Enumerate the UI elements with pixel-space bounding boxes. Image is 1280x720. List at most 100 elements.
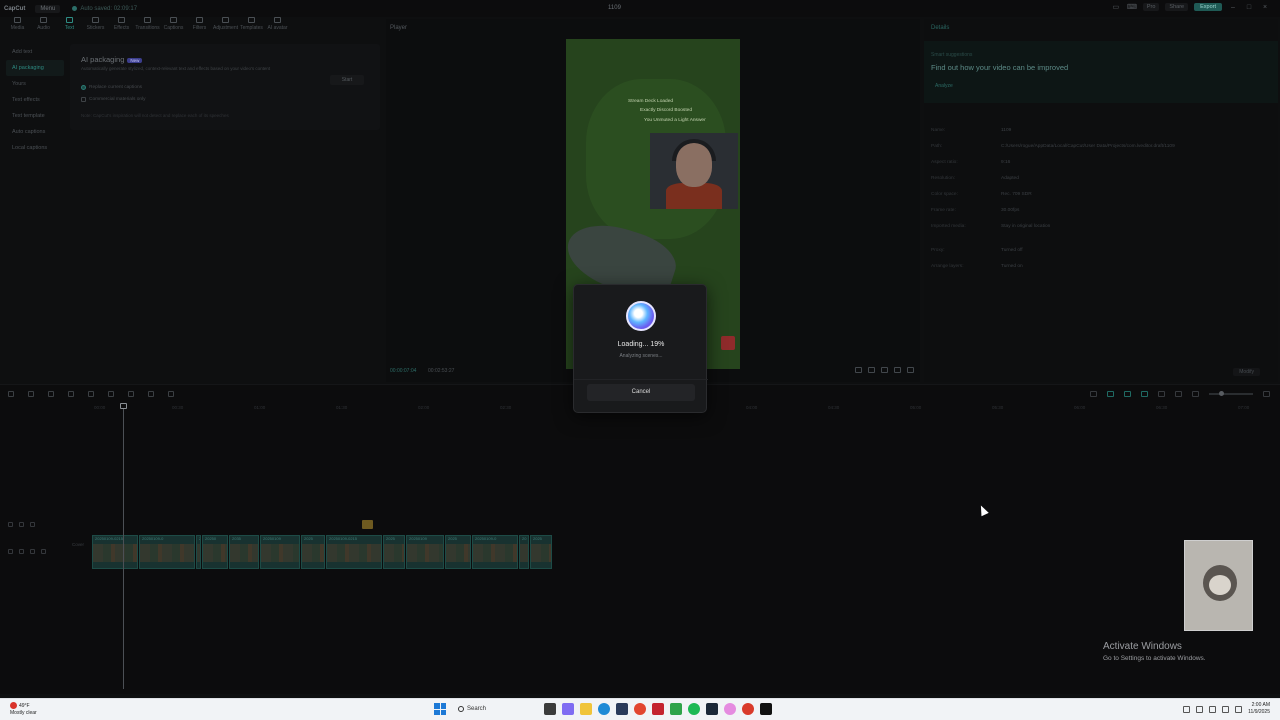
modify-button[interactable]: Modify: [1233, 368, 1260, 376]
cancel-button[interactable]: Cancel: [587, 384, 695, 401]
redo-icon[interactable]: [48, 391, 54, 397]
ratio-icon[interactable]: [855, 367, 862, 373]
sidebar-item-add-text[interactable]: Add text: [6, 44, 64, 60]
sidebar-item-auto-captions[interactable]: Auto captions: [6, 124, 64, 140]
video-clip[interactable]: 20250109: [260, 535, 300, 569]
export-button[interactable]: Export: [1194, 3, 1222, 11]
monitor-icon[interactable]: [894, 367, 901, 373]
audio-toggle-icon[interactable]: [30, 549, 35, 554]
sidebar-item-ai-packaging[interactable]: AI packaging: [6, 60, 64, 76]
wifi-icon[interactable]: [1209, 705, 1217, 713]
video-clip[interactable]: 2025: [445, 535, 471, 569]
option-commercial-only[interactable]: Commercial materials only: [81, 97, 146, 102]
xbox-icon[interactable]: [670, 703, 682, 715]
split-right-icon[interactable]: [108, 391, 114, 397]
cover-button[interactable]: Cover: [70, 542, 86, 547]
timeline-marker[interactable]: [362, 520, 373, 529]
video-clip[interactable]: 2025: [383, 535, 405, 569]
lock-icon[interactable]: [8, 549, 13, 554]
video-clip[interactable]: 2035: [229, 535, 259, 569]
file-explorer-icon[interactable]: [580, 703, 592, 715]
acrobat-icon[interactable]: [652, 703, 664, 715]
project-title[interactable]: 1109: [608, 5, 621, 11]
battery-icon[interactable]: [1235, 705, 1243, 713]
shortcut-icon[interactable]: ⌨: [1127, 3, 1137, 11]
tool-stickers[interactable]: Stickers: [85, 17, 106, 39]
close-icon[interactable]: ×: [1260, 4, 1270, 11]
video-clip[interactable]: 20: [196, 535, 201, 569]
tool-effects[interactable]: Effects: [111, 17, 132, 39]
split-icon[interactable]: [68, 391, 74, 397]
windows-start-icon[interactable]: [434, 703, 446, 715]
sidebar-item-text-effects[interactable]: Text effects: [6, 92, 64, 108]
clock[interactable]: 2:00 AM 11/9/2025: [1248, 702, 1270, 716]
link-icon[interactable]: [1107, 391, 1114, 397]
layout-icon[interactable]: ▭: [1111, 3, 1121, 11]
tool-text[interactable]: Text: [59, 17, 80, 39]
tool-media[interactable]: Media: [7, 17, 28, 39]
sidebar-item-text-template[interactable]: Text template: [6, 108, 64, 124]
share-button[interactable]: Share: [1165, 3, 1189, 11]
volume-icon[interactable]: [1222, 705, 1230, 713]
edge-icon[interactable]: [598, 703, 610, 715]
video-clip[interactable]: 20250109-0215: [326, 535, 382, 569]
snap-icon[interactable]: [1141, 391, 1148, 397]
minimize-icon[interactable]: –: [1228, 4, 1238, 11]
playhead[interactable]: [120, 403, 127, 689]
zoom-out-icon[interactable]: [1192, 391, 1199, 397]
video-clip[interactable]: 2025: [530, 535, 552, 569]
caption-sync-icon[interactable]: [1175, 391, 1182, 397]
zoom-slider[interactable]: [1209, 391, 1253, 396]
floating-thumbnail[interactable]: [1184, 540, 1253, 631]
task-view-icon[interactable]: [544, 703, 556, 715]
store-icon[interactable]: [616, 703, 628, 715]
more-icon[interactable]: [41, 549, 46, 554]
analyze-button[interactable]: Analyze: [935, 83, 953, 89]
video-clip[interactable]: 2025: [301, 535, 325, 569]
video-clip[interactable]: 20250109: [406, 535, 444, 569]
chevron-up-icon[interactable]: [1183, 705, 1191, 713]
audio-toggle-icon[interactable]: [30, 522, 35, 527]
video-clip[interactable]: 20250109-0: [472, 535, 518, 569]
menu-button[interactable]: Menu: [35, 4, 61, 13]
tool-adjustment[interactable]: Adjustment: [213, 17, 238, 39]
playhead-handle[interactable]: [120, 403, 127, 409]
tool-templates[interactable]: Templates: [240, 17, 263, 39]
crop-icon[interactable]: [868, 367, 875, 373]
maximize-icon[interactable]: □: [1244, 4, 1254, 11]
select-icon[interactable]: [8, 391, 14, 397]
weather-widget[interactable]: 49°F Mostly clear: [10, 702, 37, 717]
split-left-icon[interactable]: [88, 391, 94, 397]
eye-icon[interactable]: [19, 549, 24, 554]
spotify-icon[interactable]: [688, 703, 700, 715]
option-replace-captions[interactable]: Replace current captions: [81, 85, 142, 90]
obs-icon[interactable]: [742, 703, 754, 715]
crop-tool-icon[interactable]: [168, 391, 174, 397]
sidebar-item-yours[interactable]: Yours: [6, 76, 64, 92]
fullscreen-icon[interactable]: [907, 367, 914, 373]
sidebar-item-local-captions[interactable]: Local captions: [6, 140, 64, 156]
zoom-handle[interactable]: [1219, 391, 1224, 396]
tool-audio[interactable]: Audio: [33, 17, 54, 39]
tool-filters[interactable]: Filters: [189, 17, 210, 39]
copilot-icon[interactable]: [562, 703, 574, 715]
tool-captions[interactable]: Captions: [163, 17, 184, 39]
delete-icon[interactable]: [128, 391, 134, 397]
zoom-in-icon[interactable]: [1263, 391, 1270, 397]
undo-icon[interactable]: [28, 391, 34, 397]
tray-app-icon[interactable]: [1196, 705, 1204, 713]
magnet-icon[interactable]: [1124, 391, 1131, 397]
taskbar-search[interactable]: Search: [452, 702, 538, 716]
chrome-icon[interactable]: [634, 703, 646, 715]
lock-icon[interactable]: [8, 522, 13, 527]
eye-icon[interactable]: [19, 522, 24, 527]
capcut-taskbar-icon[interactable]: [760, 703, 772, 715]
tool-ai-avatar[interactable]: AI avatar: [267, 17, 288, 39]
steam-icon[interactable]: [706, 703, 718, 715]
pro-button[interactable]: Pro: [1142, 3, 1160, 11]
tool-transitions[interactable]: Transitions: [135, 17, 160, 39]
start-button[interactable]: Start: [330, 75, 364, 85]
marker-icon[interactable]: [148, 391, 154, 397]
video-clip[interactable]: 20250109-0215: [92, 535, 138, 569]
mic-icon[interactable]: [1090, 391, 1097, 397]
